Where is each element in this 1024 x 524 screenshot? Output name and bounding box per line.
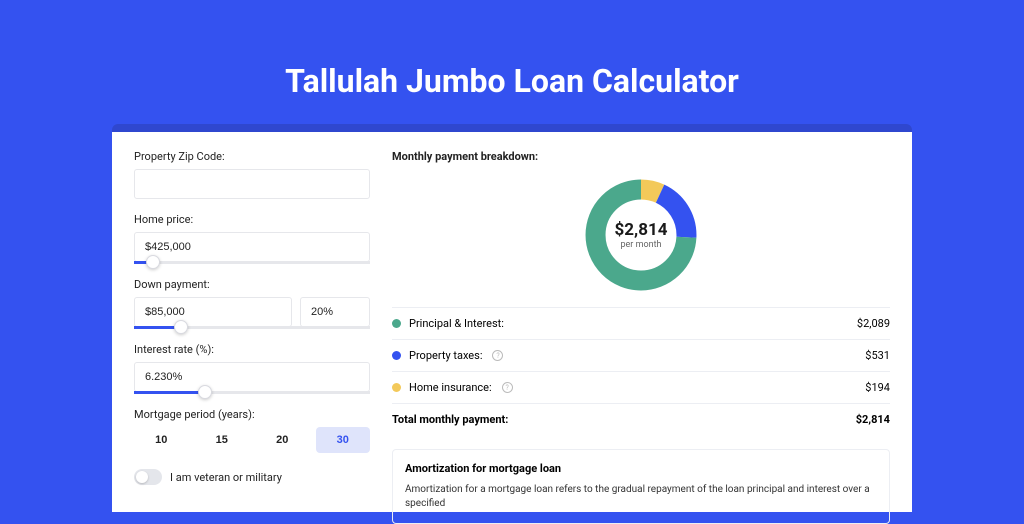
down-payment-slider[interactable]	[134, 326, 370, 329]
donut-center: $2,814 per month	[581, 175, 701, 295]
interest-group: Interest rate (%):	[134, 343, 370, 394]
breakdown-rows: Principal & Interest: $2,089 Property taxe…	[392, 307, 890, 403]
breakdown-row: Property taxes:? $531	[392, 339, 890, 371]
home-price-label: Home price:	[134, 213, 370, 226]
period-group: Mortgage period (years): 10152030	[134, 408, 370, 453]
breakdown-row-value: $194	[865, 381, 890, 394]
calculator-card: Property Zip Code: Home price: Down paym…	[112, 132, 912, 512]
interest-input[interactable]	[134, 362, 370, 392]
breakdown-row: Principal & Interest: $2,089	[392, 307, 890, 339]
breakdown-row-label: Principal & Interest:	[409, 317, 504, 330]
down-payment-pct-input[interactable]	[300, 297, 370, 327]
interest-slider[interactable]	[134, 391, 370, 394]
down-payment-label: Down payment:	[134, 278, 370, 291]
breakdown-row-label: Home insurance:	[409, 381, 492, 394]
donut-chart: $2,814 per month	[581, 175, 701, 295]
period-button-30[interactable]: 30	[316, 427, 371, 453]
breakdown-total-row: Total monthly payment: $2,814	[392, 403, 890, 435]
home-price-slider-thumb[interactable]	[146, 255, 160, 269]
donut-chart-wrap: $2,814 per month	[392, 171, 890, 307]
page-root: Tallulah Jumbo Loan Calculator Property …	[0, 0, 1024, 512]
down-payment-slider-thumb[interactable]	[174, 320, 188, 334]
down-payment-input[interactable]	[134, 297, 292, 327]
breakdown-total-label: Total monthly payment:	[392, 413, 508, 426]
donut-sub: per month	[620, 240, 661, 250]
down-payment-group: Down payment:	[134, 278, 370, 329]
info-icon[interactable]: ?	[502, 382, 513, 393]
interest-slider-thumb[interactable]	[198, 385, 212, 399]
home-price-group: Home price:	[134, 213, 370, 264]
page-title: Tallulah Jumbo Loan Calculator	[285, 62, 739, 100]
breakdown-row-value: $531	[865, 349, 890, 362]
amortization-card: Amortization for mortgage loan Amortizat…	[392, 449, 890, 524]
amortization-text: Amortization for a mortgage loan refers …	[405, 483, 877, 511]
info-icon[interactable]: ?	[492, 350, 503, 361]
legend-dot	[392, 383, 401, 392]
home-price-slider[interactable]	[134, 261, 370, 264]
breakdown-title: Monthly payment breakdown:	[392, 150, 890, 163]
period-label: Mortgage period (years):	[134, 408, 370, 421]
zip-input[interactable]	[134, 169, 370, 199]
period-button-15[interactable]: 15	[195, 427, 250, 453]
period-button-10[interactable]: 10	[134, 427, 189, 453]
home-price-input[interactable]	[134, 232, 370, 262]
veteran-toggle[interactable]	[134, 469, 162, 485]
breakdown-row-value: $2,089	[857, 317, 890, 330]
zip-group: Property Zip Code:	[134, 150, 370, 199]
donut-value: $2,814	[615, 220, 668, 240]
period-buttons: 10152030	[134, 427, 370, 453]
interest-label: Interest rate (%):	[134, 343, 370, 356]
legend-dot	[392, 319, 401, 328]
inputs-column: Property Zip Code: Home price: Down paym…	[134, 150, 370, 494]
breakdown-row-label: Property taxes:	[409, 349, 482, 362]
veteran-row: I am veteran or military	[134, 469, 370, 485]
amortization-title: Amortization for mortgage loan	[405, 462, 877, 475]
legend-dot	[392, 351, 401, 360]
period-button-20[interactable]: 20	[255, 427, 310, 453]
veteran-label: I am veteran or military	[170, 471, 282, 484]
breakdown-column: Monthly payment breakdown: $2,814 per mo…	[392, 150, 890, 494]
breakdown-row: Home insurance:? $194	[392, 371, 890, 403]
card-shadow: Property Zip Code: Home price: Down paym…	[112, 124, 912, 512]
zip-label: Property Zip Code:	[134, 150, 370, 163]
breakdown-total-value: $2,814	[856, 413, 890, 426]
